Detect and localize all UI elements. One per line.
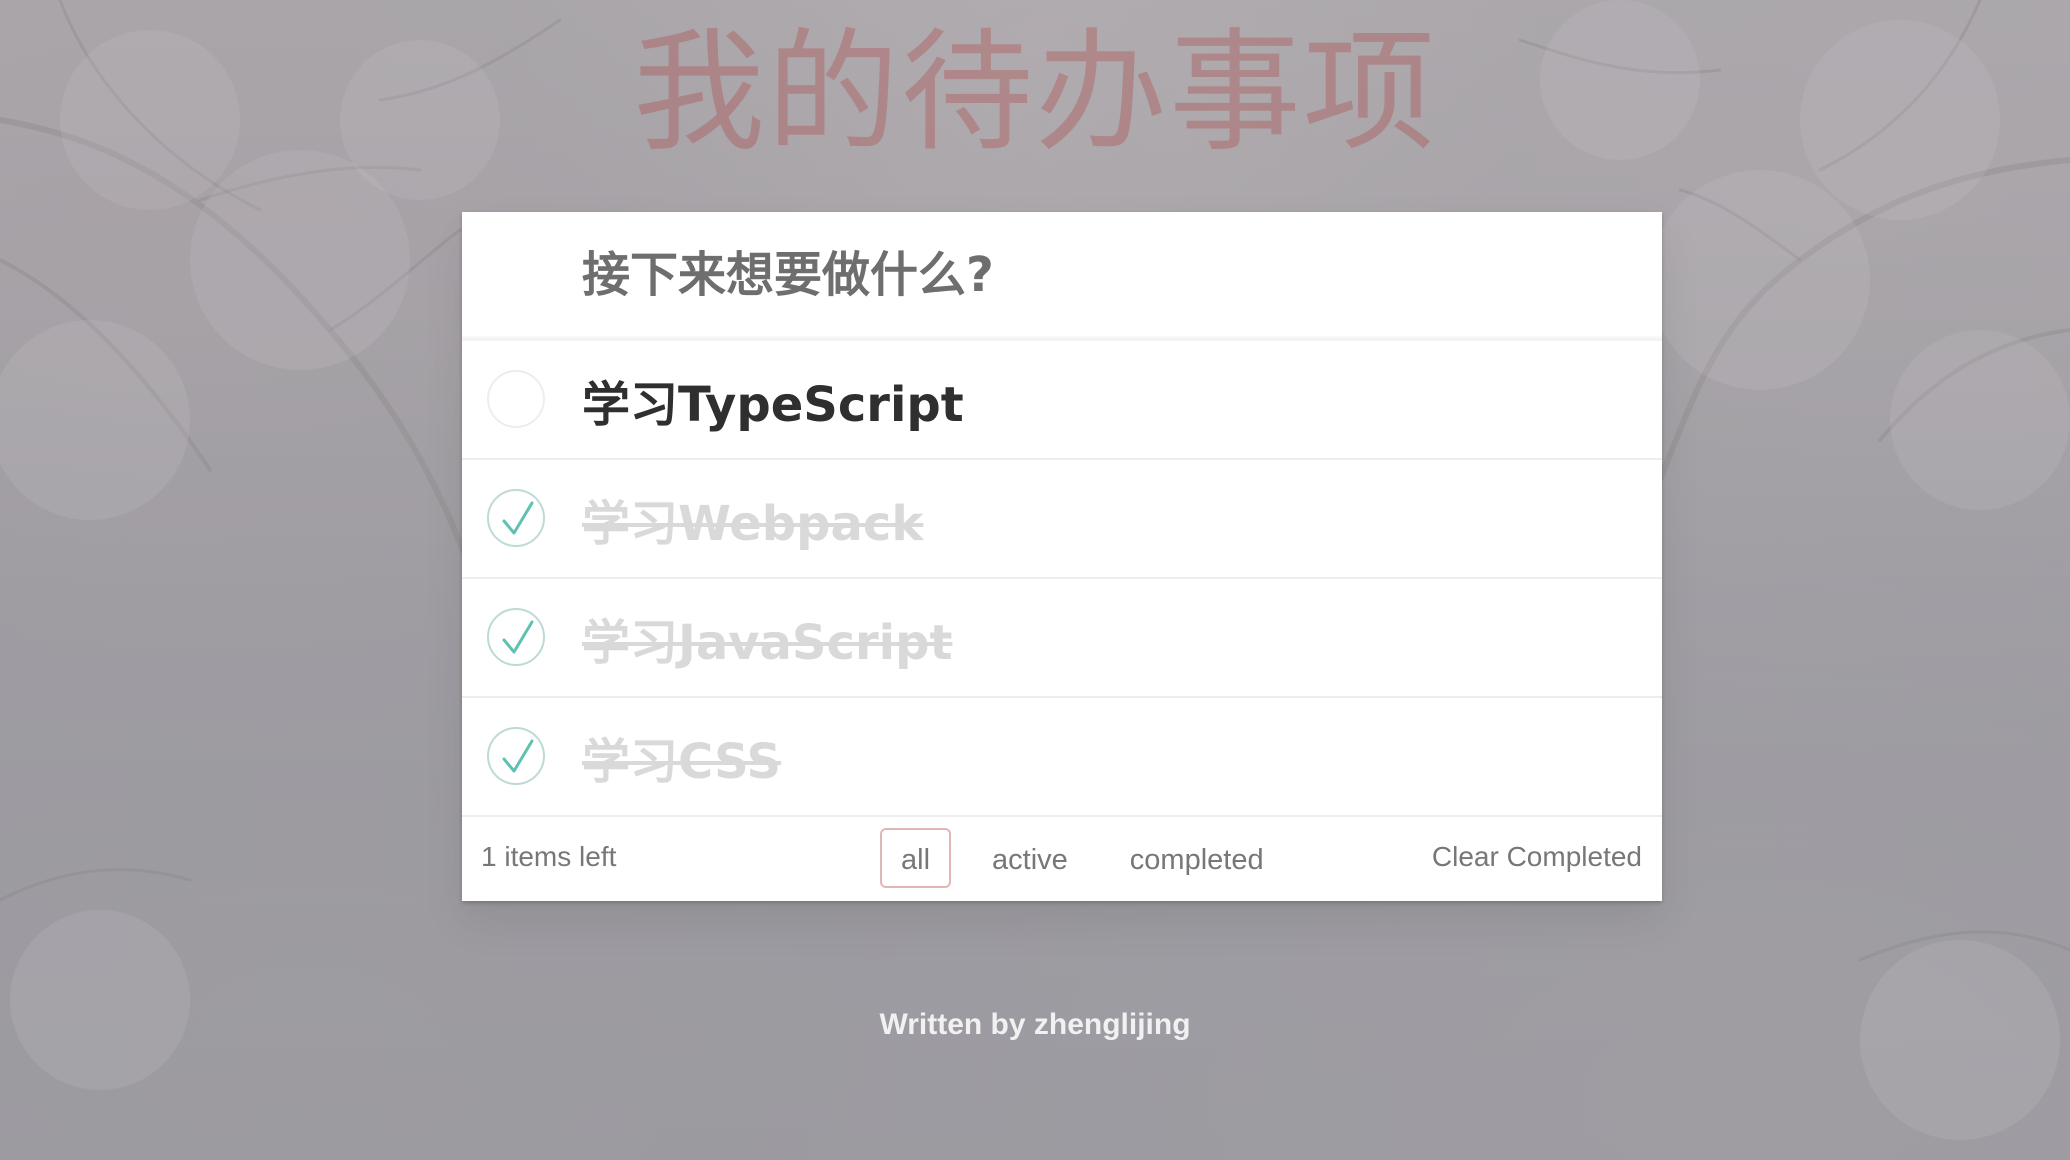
todo-label[interactable]: 学习Webpack (582, 484, 923, 554)
page-title: 我的待办事项 (633, 16, 1437, 170)
filter-tabs: all active completed (880, 828, 1285, 888)
todo-label[interactable]: 学习CSS (582, 722, 781, 792)
filter-active[interactable]: active (971, 828, 1089, 888)
toggle-checkbox[interactable] (487, 726, 545, 785)
todo-app: 学习TypeScript 学习Webpack 学习JavaScript (462, 212, 1662, 901)
clear-completed-button[interactable]: Clear Completed (1432, 841, 1642, 873)
items-left-count: 1 items left (481, 841, 617, 872)
todo-footer: 1 items left all active completed Clear … (462, 817, 1662, 901)
todo-label[interactable]: 学习JavaScript (582, 603, 952, 673)
new-todo-row (462, 212, 1662, 341)
todo-list: 学习TypeScript 学习Webpack 学习JavaScript 学习CS… (462, 341, 1662, 817)
todo-item: 学习CSS (462, 698, 1662, 817)
filter-completed[interactable]: completed (1109, 828, 1285, 888)
footer-credit: Written by zhenglijing (879, 1008, 1191, 1041)
new-todo-input[interactable] (582, 212, 1622, 338)
todo-label[interactable]: 学习TypeScript (582, 365, 964, 435)
toggle-checkbox[interactable] (487, 607, 545, 666)
toggle-checkbox[interactable] (487, 369, 545, 428)
checkmark-icon (502, 620, 534, 653)
todo-item: 学习JavaScript (462, 579, 1662, 698)
checkmark-icon (502, 501, 534, 534)
todo-item: 学习Webpack (462, 460, 1662, 579)
checkmark-icon (502, 739, 534, 772)
todo-item: 学习TypeScript (462, 341, 1662, 460)
toggle-checkbox[interactable] (487, 488, 545, 547)
filter-all[interactable]: all (880, 828, 952, 888)
